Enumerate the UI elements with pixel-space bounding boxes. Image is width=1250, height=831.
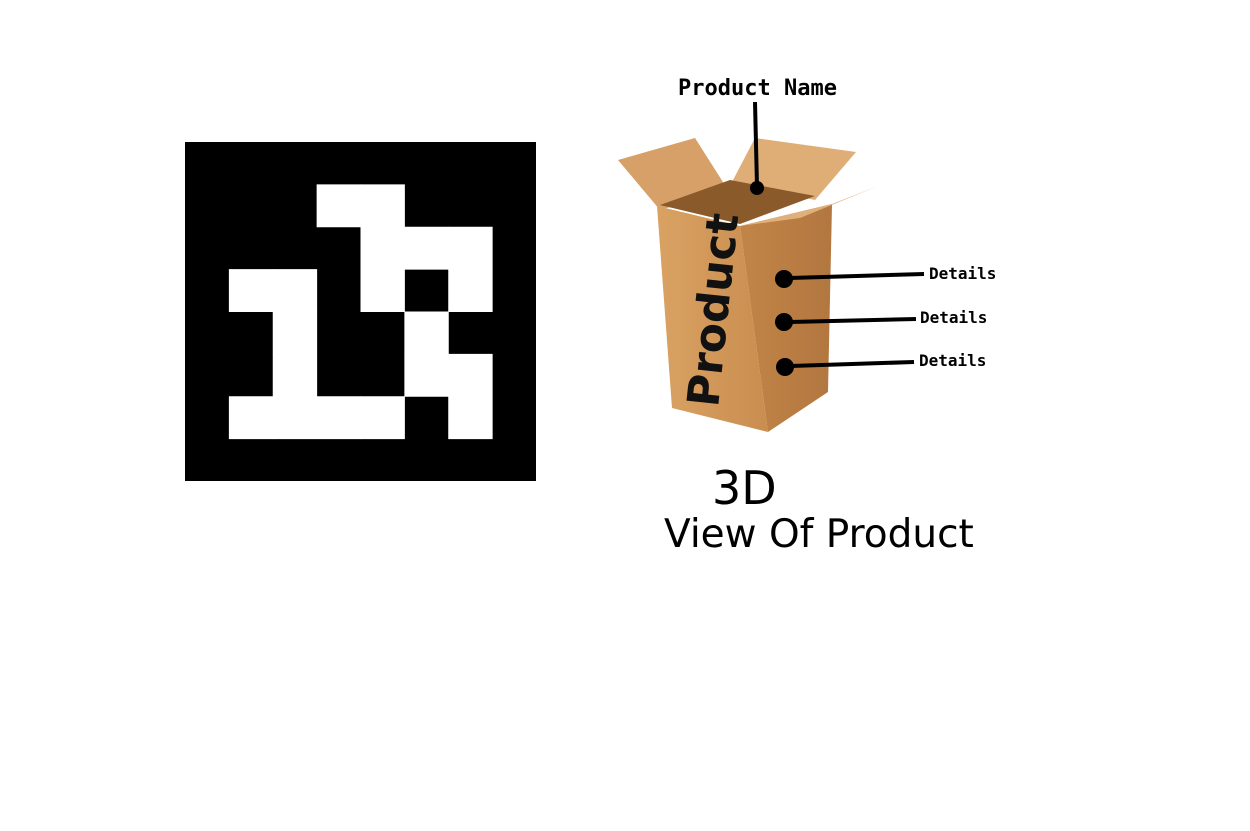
callout-line (753, 101, 759, 187)
details-label-1: Details (929, 264, 997, 283)
callout-dot (750, 181, 764, 195)
cardboard-box-icon: Product (618, 138, 878, 432)
product-name-label: Product Name (678, 76, 837, 101)
product-box-diagram: Product (618, 101, 925, 432)
details-label-2: Details (920, 308, 988, 327)
caption-3d: 3D (712, 461, 777, 515)
details-label-3: Details (919, 351, 987, 370)
caption-view-of-product: View Of Product (664, 512, 974, 557)
